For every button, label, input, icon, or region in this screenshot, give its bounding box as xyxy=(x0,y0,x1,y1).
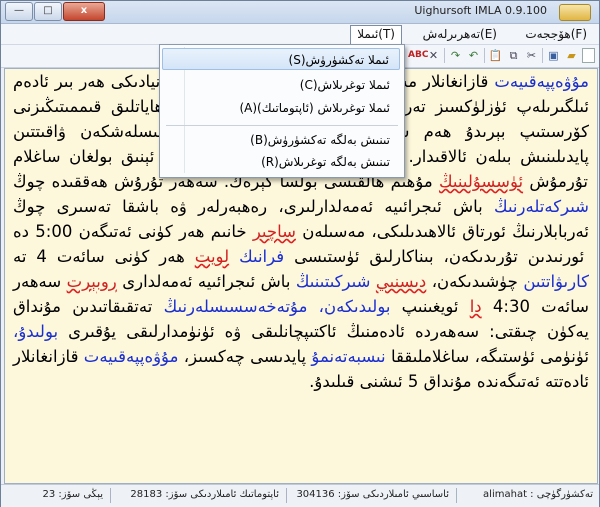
editor-text-run: ھەر كۈنى سائەت 4 تە xyxy=(13,247,185,266)
maximize-button[interactable]: □ xyxy=(34,2,62,21)
editor-text-run: باش ئىجرائىيە ئەمەلدارى xyxy=(116,272,291,291)
misspelled-word[interactable]: ساچىر xyxy=(253,222,296,241)
status-bar: تەكشۈرگۈچى : alimahat ئاساسىي ئامىلاردىك… xyxy=(1,484,599,507)
editor-text-run: قازانغانلار xyxy=(417,72,489,91)
save-icon[interactable]: ▣ xyxy=(546,48,561,63)
highlight-word: فرانىك xyxy=(239,247,285,266)
paste-icon[interactable]: 📋 xyxy=(488,48,503,63)
misspelled-word[interactable]: لويت xyxy=(195,247,229,266)
cut-icon[interactable]: ✂ xyxy=(524,48,539,63)
spellcheck-icon[interactable]: ABC xyxy=(408,48,428,63)
menu-separator xyxy=(166,125,398,126)
open-folder-icon[interactable]: ▰ xyxy=(564,48,579,63)
status-total-words: ئاساسىي ئامىلاردىكى سۆز: 304136 xyxy=(296,489,449,500)
delete-icon[interactable]: ✕ xyxy=(426,48,441,63)
menu-spelling[interactable]: ئىملا(T) xyxy=(350,25,402,45)
close-button[interactable]: x xyxy=(63,2,105,21)
editor-text-run: ئۈنۈمى ئۈستىگە، ساغلاملىققا xyxy=(385,347,589,366)
spelling-dropdown-menu: ئىملا تەكشۈرۈش(S) ئىملا توغرىلاش(C) ئىمل… xyxy=(159,44,405,178)
undo-icon[interactable]: ↶ xyxy=(466,48,481,63)
status-separator xyxy=(456,488,457,503)
redo-icon[interactable]: ↷ xyxy=(448,48,463,63)
toolbar-separator xyxy=(542,48,543,63)
highlight-word: شىركەتلەرنىڭ xyxy=(494,197,590,216)
misspelled-word[interactable]: دىسنىي xyxy=(376,272,426,291)
highlight-word: بولىدىكەن، xyxy=(318,297,391,316)
editor-text-run: چۈشىدىكەن، xyxy=(426,272,518,291)
menu-item-spell-autocorrect[interactable]: ئىملا توغرىلاش (ئاپتوماتىك)(A) xyxy=(162,97,400,119)
misspelled-word[interactable]: ئۈسسۇلىنىڭ xyxy=(439,172,523,191)
status-auto-words: ئاپتوماتىك ئامىلاردىكى سۆز: 28183 xyxy=(130,489,279,500)
menu-item-spell-check[interactable]: ئىملا تەكشۈرۈش(S) xyxy=(162,48,400,70)
menu-item-spell-correct[interactable]: ئىملا توغرىلاش(C) xyxy=(162,74,400,96)
new-file-icon[interactable] xyxy=(582,48,595,63)
status-checker: تەكشۈرگۈچى : alimahat xyxy=(483,489,593,500)
misspelled-word[interactable]: دا xyxy=(470,297,482,316)
status-separator xyxy=(110,488,111,503)
highlight-word: مۇۋەپپەقىيەت xyxy=(494,72,589,91)
window-controls: — □ x xyxy=(5,2,105,21)
editor-text-run: ئويغىنىپ xyxy=(390,297,459,316)
menu-item-punctuation-check[interactable]: تىنىش بەلگە تەكشۈرۈش(B) xyxy=(162,129,400,151)
app-logo-icon xyxy=(559,4,591,21)
window-title: Uighursoft IMLA 0.9.100 xyxy=(414,4,547,17)
highlight-word: مۇتەخەسسىسلەرنىڭ xyxy=(163,297,308,316)
app-window: — □ x Uighursoft IMLA 0.9.100 ھۆججەت(F) … xyxy=(0,0,600,507)
highlight-word: نىسبەتەنمۇ xyxy=(311,347,386,366)
misspelled-word[interactable]: روبېرت xyxy=(67,272,117,291)
status-new-words: يېڭى سۆز: 23 xyxy=(42,489,104,500)
toolbar-separator xyxy=(484,48,485,63)
minimize-button[interactable]: — xyxy=(5,2,33,21)
highlight-word: شىركىتىنىڭ xyxy=(295,272,371,291)
highlight-word: مۇۋەپپەقىيەت xyxy=(83,347,179,366)
highlight-word: بولىدۇ، xyxy=(13,322,59,341)
title-bar: — □ x Uighursoft IMLA 0.9.100 xyxy=(1,1,599,24)
menu-bar: ھۆججەت(F) تەھرىرلەش(E) ئىملا(T) xyxy=(1,24,599,45)
menu-item-punctuation-correct[interactable]: تىنىش بەلگە توغرىلاش(R) xyxy=(162,151,400,173)
toolbar-separator xyxy=(444,48,445,63)
copy-icon[interactable]: ⧉ xyxy=(506,48,521,63)
editor-text-run: پايدىسى چەكسىز، xyxy=(178,347,307,366)
menu-edit[interactable]: تەھرىرلەش(E) xyxy=(417,26,503,42)
highlight-word: كارىۋاتتىن xyxy=(523,272,589,291)
menu-file[interactable]: ھۆججەت(F) xyxy=(519,26,593,42)
status-separator xyxy=(286,488,287,503)
